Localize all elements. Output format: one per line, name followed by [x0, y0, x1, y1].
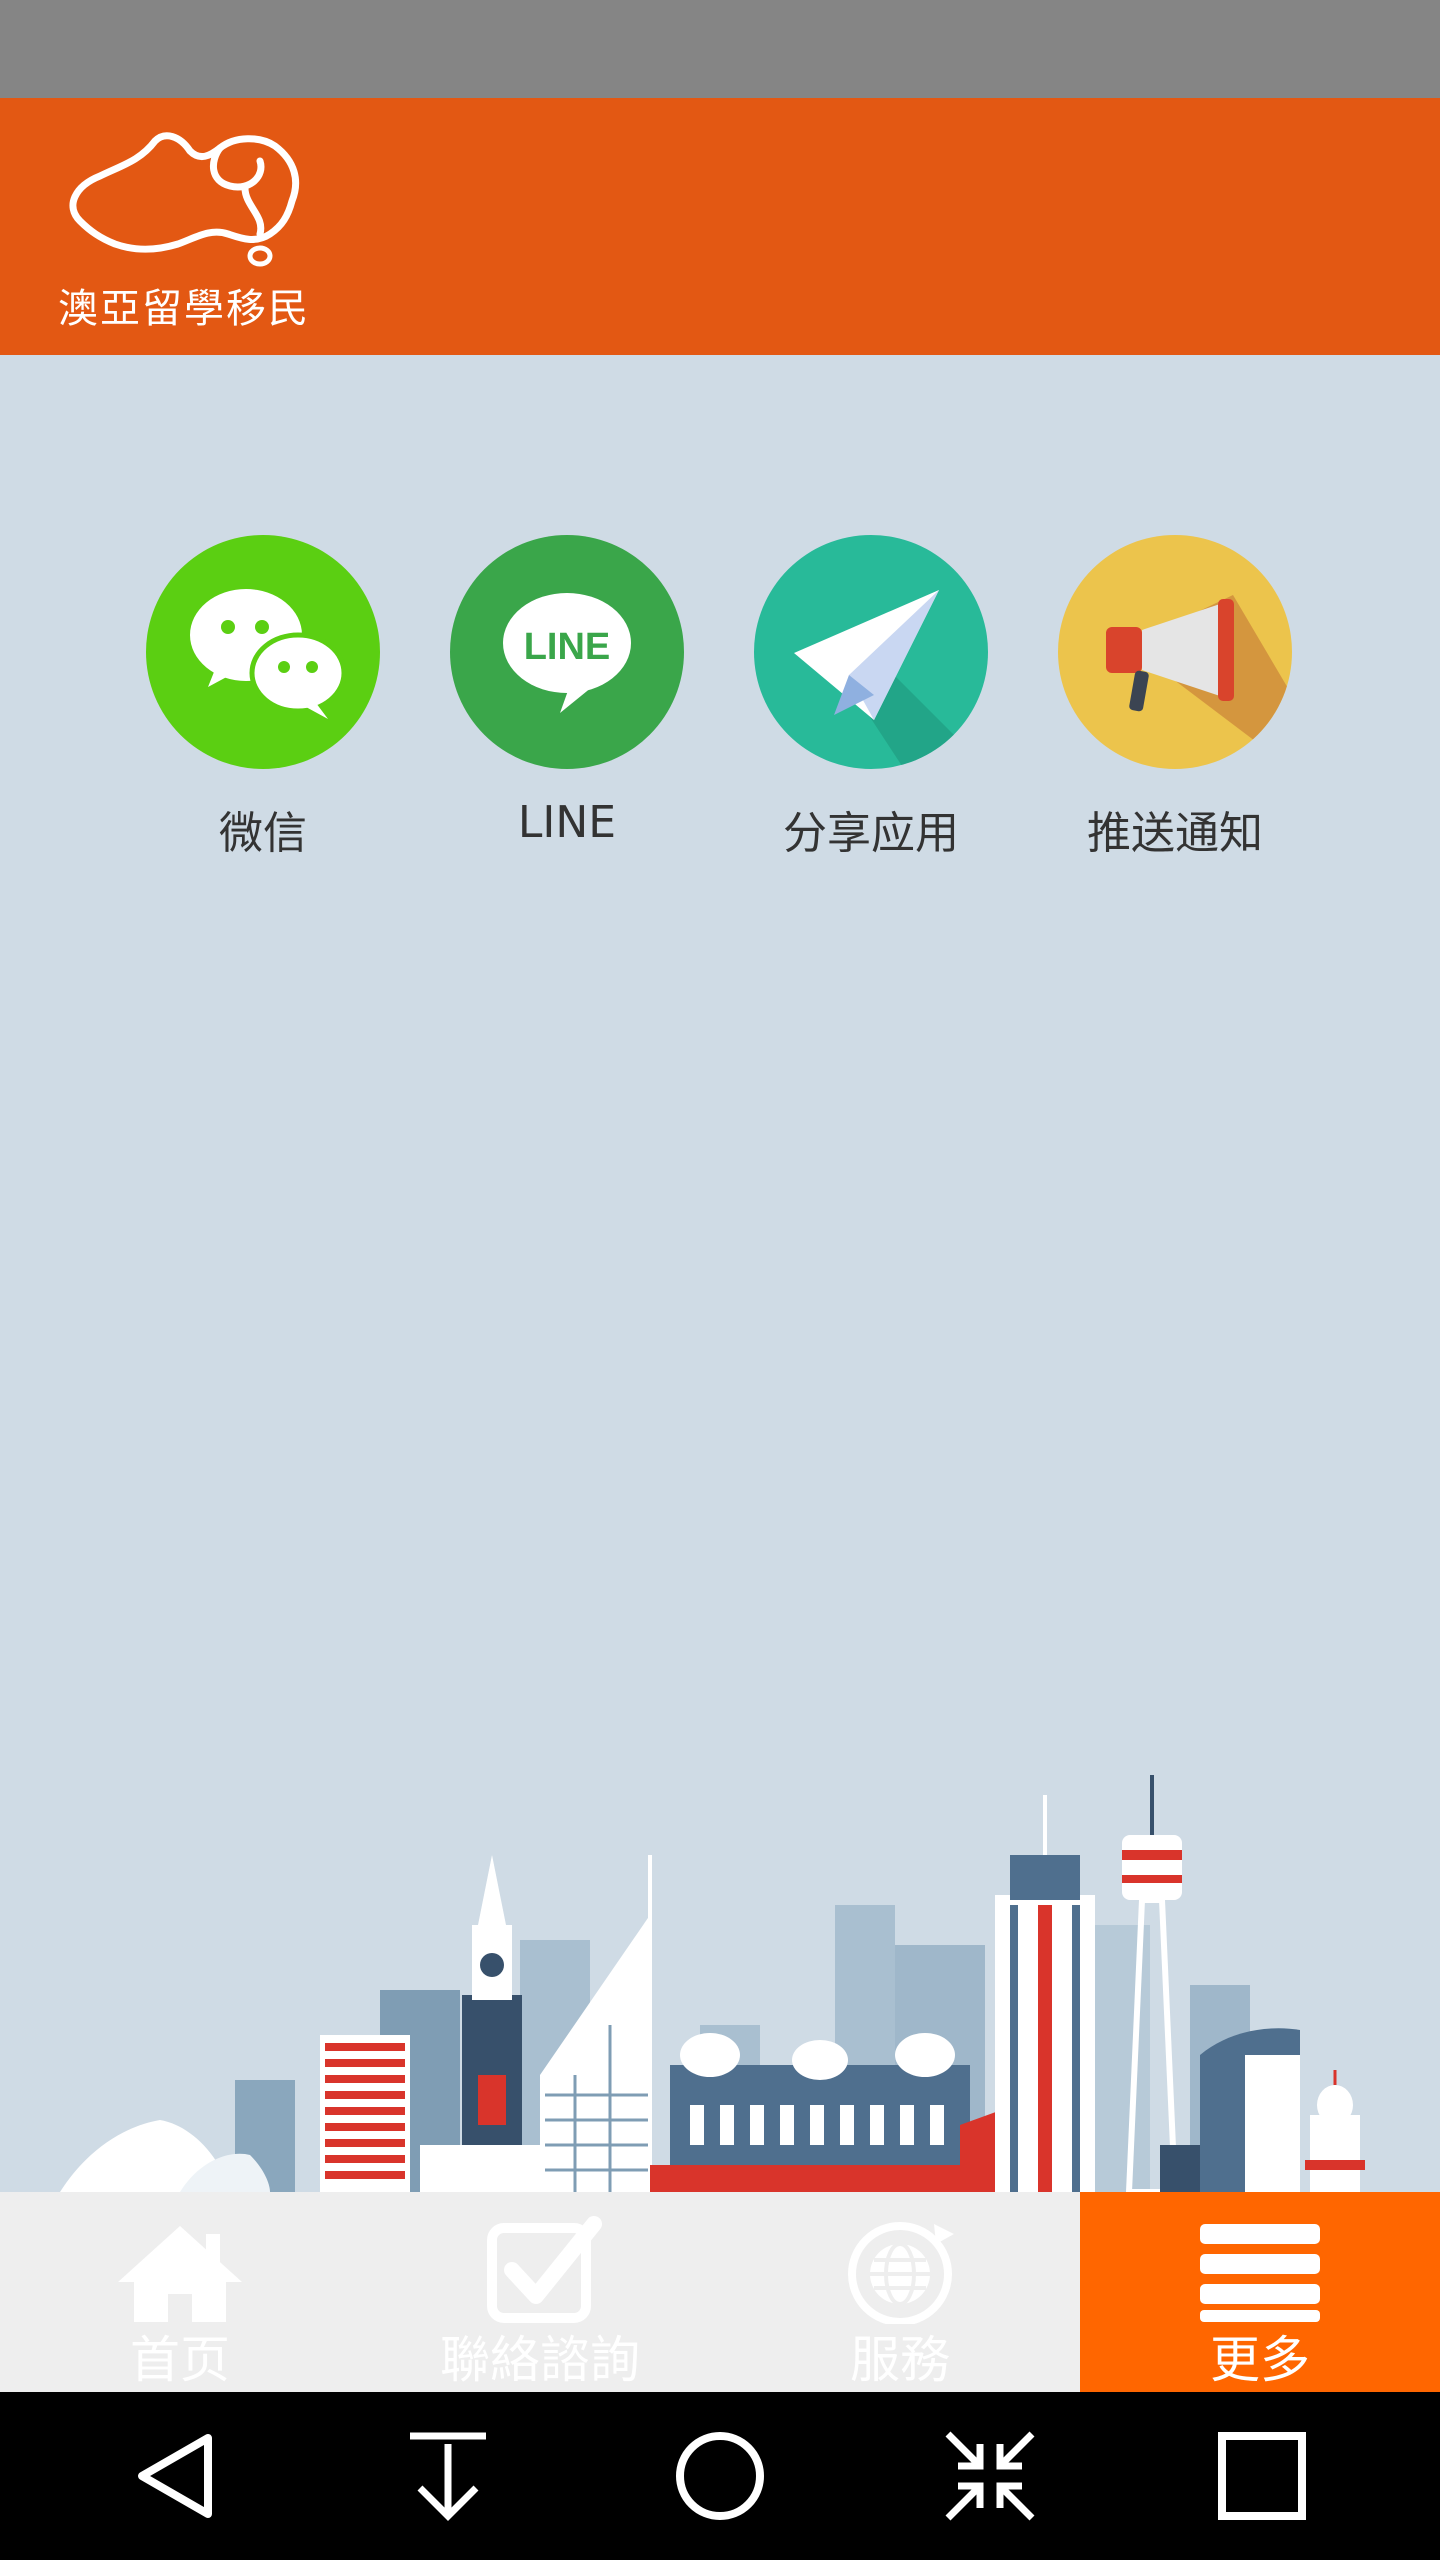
download-icon[interactable]	[398, 2426, 498, 2526]
megaphone-icon	[1058, 535, 1292, 769]
share-label: 分享应用	[783, 808, 959, 859]
status-bar	[0, 0, 1440, 98]
paper-plane-icon	[754, 535, 988, 769]
share-line[interactable]: LINE LINE	[437, 535, 697, 865]
tab-contact[interactable]: 聯絡諮詢	[360, 2192, 720, 2392]
tab-label: 服務	[850, 2331, 950, 2389]
tab-label: 更多	[1210, 2331, 1310, 2389]
australia-map-icon	[69, 132, 300, 267]
home-icon	[118, 2226, 242, 2322]
line-icon: LINE	[450, 535, 684, 769]
main-content: 微信 LINE LINE 分享应用 推送通知	[0, 355, 1440, 2192]
brand-name: 澳亞留學移民	[58, 286, 310, 332]
app-header: 澳亞留學移民	[0, 98, 1440, 355]
tab-label: 首页	[130, 2331, 230, 2389]
city-skyline-illustration	[60, 1775, 1365, 2192]
brand-logo[interactable]: 澳亞留學移民	[50, 126, 340, 332]
share-label: LINE	[517, 797, 617, 848]
back-icon[interactable]	[128, 2426, 228, 2526]
system-navigation-bar	[0, 2392, 1440, 2560]
collapse-icon[interactable]	[940, 2426, 1040, 2526]
share-app[interactable]: 分享应用	[741, 535, 1001, 865]
globe-icon	[848, 2222, 954, 2324]
share-label: 推送通知	[1087, 808, 1263, 859]
tab-home[interactable]: 首页	[0, 2192, 360, 2392]
recents-icon[interactable]	[1212, 2426, 1312, 2526]
bottom-tab-bar: 首页 聯絡諮詢 服務 更多	[0, 2192, 1440, 2392]
line-badge-text: LINE	[524, 626, 611, 668]
tab-services[interactable]: 服務	[720, 2192, 1080, 2392]
share-wechat[interactable]: 微信	[133, 535, 393, 865]
screen: 澳亞留學移民 微信 LINE LINE 分享应用 推送通知 首页 聯絡諮詢 服務…	[0, 0, 1440, 2560]
checkbox-icon	[487, 2216, 602, 2323]
share-label: 微信	[219, 808, 307, 859]
wechat-icon	[146, 535, 380, 769]
home-circle-icon[interactable]	[670, 2426, 770, 2526]
menu-icon	[1200, 2224, 1320, 2322]
tab-label: 聯絡諮詢	[440, 2331, 640, 2389]
push-notification[interactable]: 推送通知	[1045, 535, 1305, 865]
tab-more[interactable]: 更多	[1080, 2192, 1440, 2392]
